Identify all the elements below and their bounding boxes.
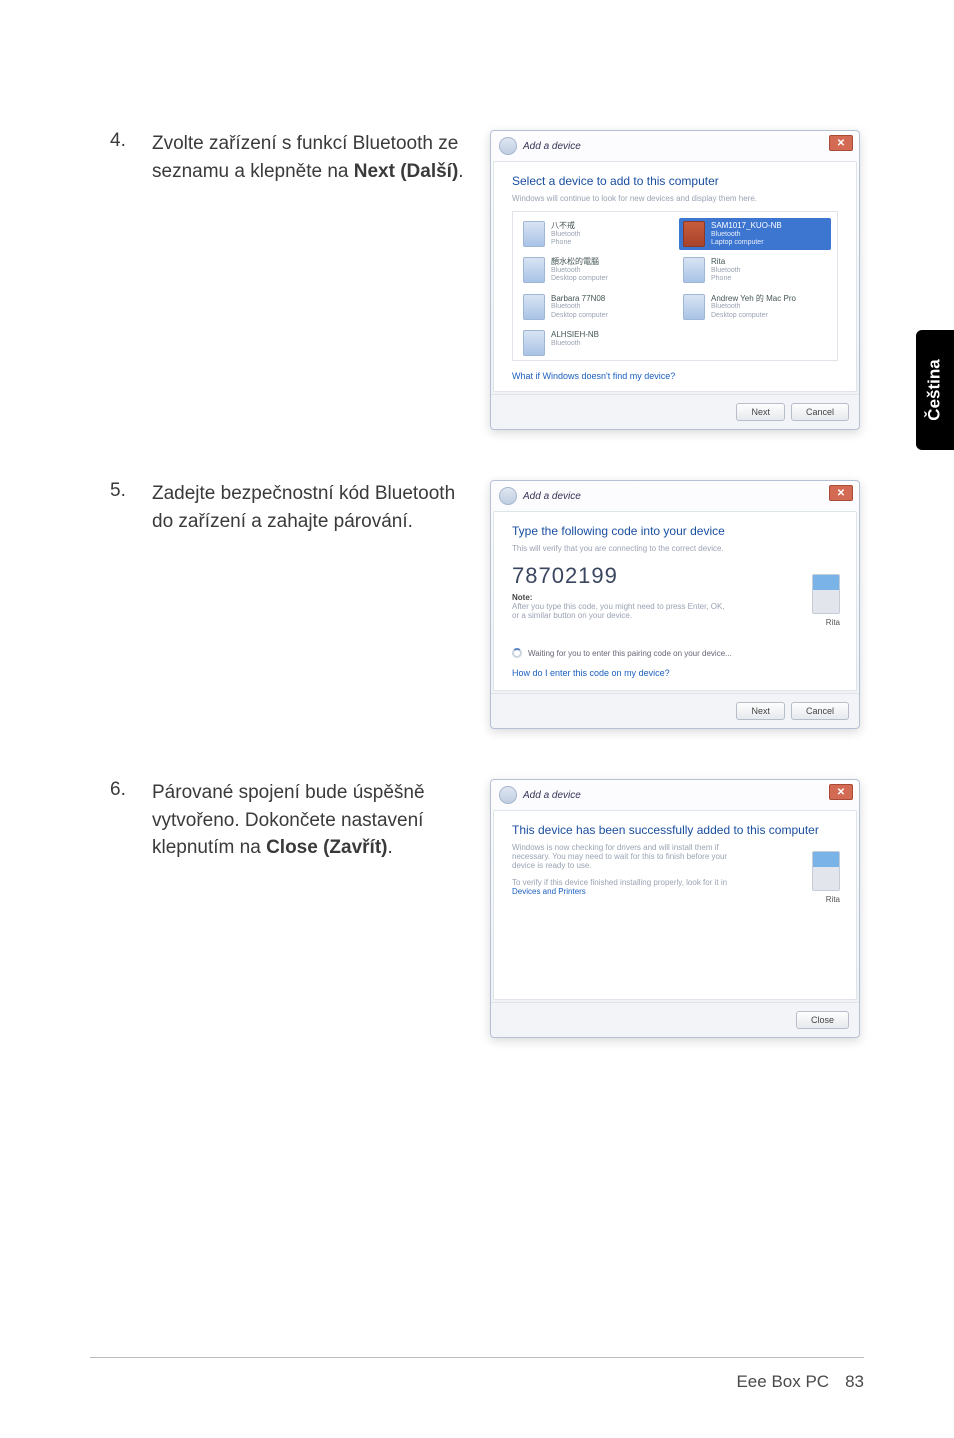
close-icon[interactable]: ✕ xyxy=(829,485,853,501)
cancel-button[interactable]: Cancel xyxy=(791,403,849,421)
dialog2-heading: Type the following code into your device xyxy=(512,524,838,538)
step-5-left: 5. Zadejte bezpečnostní kód Bluetooth do… xyxy=(110,480,470,535)
help-link[interactable]: How do I enter this code on my device? xyxy=(512,668,838,678)
device-thumb-icon xyxy=(812,851,840,891)
dialog3-footer: Close xyxy=(491,1002,859,1037)
dialog3-titlebar: Add a device xyxy=(491,780,859,810)
cancel-button[interactable]: Cancel xyxy=(791,702,849,720)
page-number: 83 xyxy=(845,1372,864,1392)
step-6-text: Párované spojení bude úspěšně vytvořeno.… xyxy=(152,779,470,862)
dialog2-sub: This will verify that you are connecting… xyxy=(512,544,838,553)
step-4-number: 4. xyxy=(110,130,130,185)
device-item[interactable]: 八不戒BluetoothPhone xyxy=(519,218,671,250)
waiting-row: Waiting for you to enter this pairing co… xyxy=(512,648,838,658)
device-thumb-label: Rita xyxy=(826,618,840,627)
step-4: 4. Zvolte zařízení s funkcí Bluetooth ze… xyxy=(110,130,864,430)
waiting-text: Waiting for you to enter this pairing co… xyxy=(528,649,732,658)
device-icon xyxy=(523,294,545,320)
devices-printers-link[interactable]: Devices and Printers xyxy=(512,887,586,896)
next-button[interactable]: Next xyxy=(736,702,785,720)
dialog1-heading: Select a device to add to this computer xyxy=(512,174,838,188)
device-icon xyxy=(683,257,705,283)
device-item[interactable]: Andrew Yeh 的 Mac ProBluetoothDesktop com… xyxy=(679,291,831,323)
page-content: 4. Zvolte zařízení s funkcí Bluetooth ze… xyxy=(0,0,954,1038)
device-item[interactable]: 顏水松的電腦BluetoothDesktop computer xyxy=(519,254,671,286)
pairing-code: 78702199 xyxy=(512,563,838,589)
device-thumb-label: Rita xyxy=(826,895,840,904)
step-5: 5. Zadejte bezpečnostní kód Bluetooth do… xyxy=(110,480,864,729)
device-item-selected[interactable]: SAM1017_KUO-NBBluetoothLaptop computer xyxy=(679,218,831,250)
dialog3-body: This device has been successfully added … xyxy=(493,810,857,1000)
dialog1-title: Add a device xyxy=(523,141,581,152)
note-text: After you type this code, you might need… xyxy=(512,602,732,620)
help-link[interactable]: What if Windows doesn't find my device? xyxy=(512,371,838,381)
device-icon xyxy=(683,294,705,320)
device-item[interactable]: Barbara 77N08BluetoothDesktop computer xyxy=(519,291,671,323)
step-5-number: 5. xyxy=(110,480,130,535)
back-icon[interactable] xyxy=(499,487,517,505)
dialog2-titlebar: Add a device xyxy=(491,481,859,511)
device-icon xyxy=(523,257,545,283)
dialog-pairing-code: ✕ Add a device Type the following code i… xyxy=(490,480,860,729)
back-icon[interactable] xyxy=(499,786,517,804)
dialog1-sub: Windows will continue to look for new de… xyxy=(512,194,838,203)
step-5-text: Zadejte bezpečnostní kód Bluetooth do za… xyxy=(152,480,470,535)
dialog3-body2: To verify if this device finished instal… xyxy=(512,878,742,896)
dialog-success: ✕ Add a device This device has been succ… xyxy=(490,779,860,1038)
spinner-icon xyxy=(512,648,522,658)
device-item[interactable]: ALHSIEH-NBBluetooth xyxy=(519,327,671,359)
device-icon xyxy=(523,330,545,356)
step-6-number: 6. xyxy=(110,779,130,862)
step-4-left: 4. Zvolte zařízení s funkcí Bluetooth ze… xyxy=(110,130,470,185)
note-label: Note: xyxy=(512,593,838,602)
close-icon[interactable]: ✕ xyxy=(829,784,853,800)
product-name: Eee Box PC xyxy=(736,1372,829,1392)
device-list: 八不戒BluetoothPhone SAM1017_KUO-NBBluetoot… xyxy=(512,211,838,361)
dialog2-footer: Next Cancel xyxy=(491,693,859,728)
next-button[interactable]: Next xyxy=(736,403,785,421)
back-icon[interactable] xyxy=(499,137,517,155)
close-button[interactable]: Close xyxy=(796,1011,849,1029)
dialog1-body: Select a device to add to this computer … xyxy=(493,161,857,392)
device-thumb-icon xyxy=(812,574,840,614)
dialog3-body1: Windows is now checking for drivers and … xyxy=(512,843,742,870)
device-icon xyxy=(683,221,705,247)
device-item[interactable]: RitaBluetoothPhone xyxy=(679,254,831,286)
dialog2-body: Type the following code into your device… xyxy=(493,511,857,691)
dialog2-title: Add a device xyxy=(523,491,581,502)
dialog3-title: Add a device xyxy=(523,790,581,801)
dialog1-titlebar: Add a device xyxy=(491,131,859,161)
step-6: 6. Párované spojení bude úspěšně vytvoře… xyxy=(110,779,864,1038)
page-footer: Eee Box PC 83 xyxy=(736,1372,864,1392)
dialog3-heading: This device has been successfully added … xyxy=(512,823,838,837)
dialog1-footer: Next Cancel xyxy=(491,394,859,429)
footer-divider xyxy=(90,1357,864,1358)
step-4-text: Zvolte zařízení s funkcí Bluetooth ze se… xyxy=(152,130,470,185)
step-6-left: 6. Párované spojení bude úspěšně vytvoře… xyxy=(110,779,470,862)
dialog-select-device: ✕ Add a device Select a device to add to… xyxy=(490,130,860,430)
device-icon xyxy=(523,221,545,247)
close-icon[interactable]: ✕ xyxy=(829,135,853,151)
